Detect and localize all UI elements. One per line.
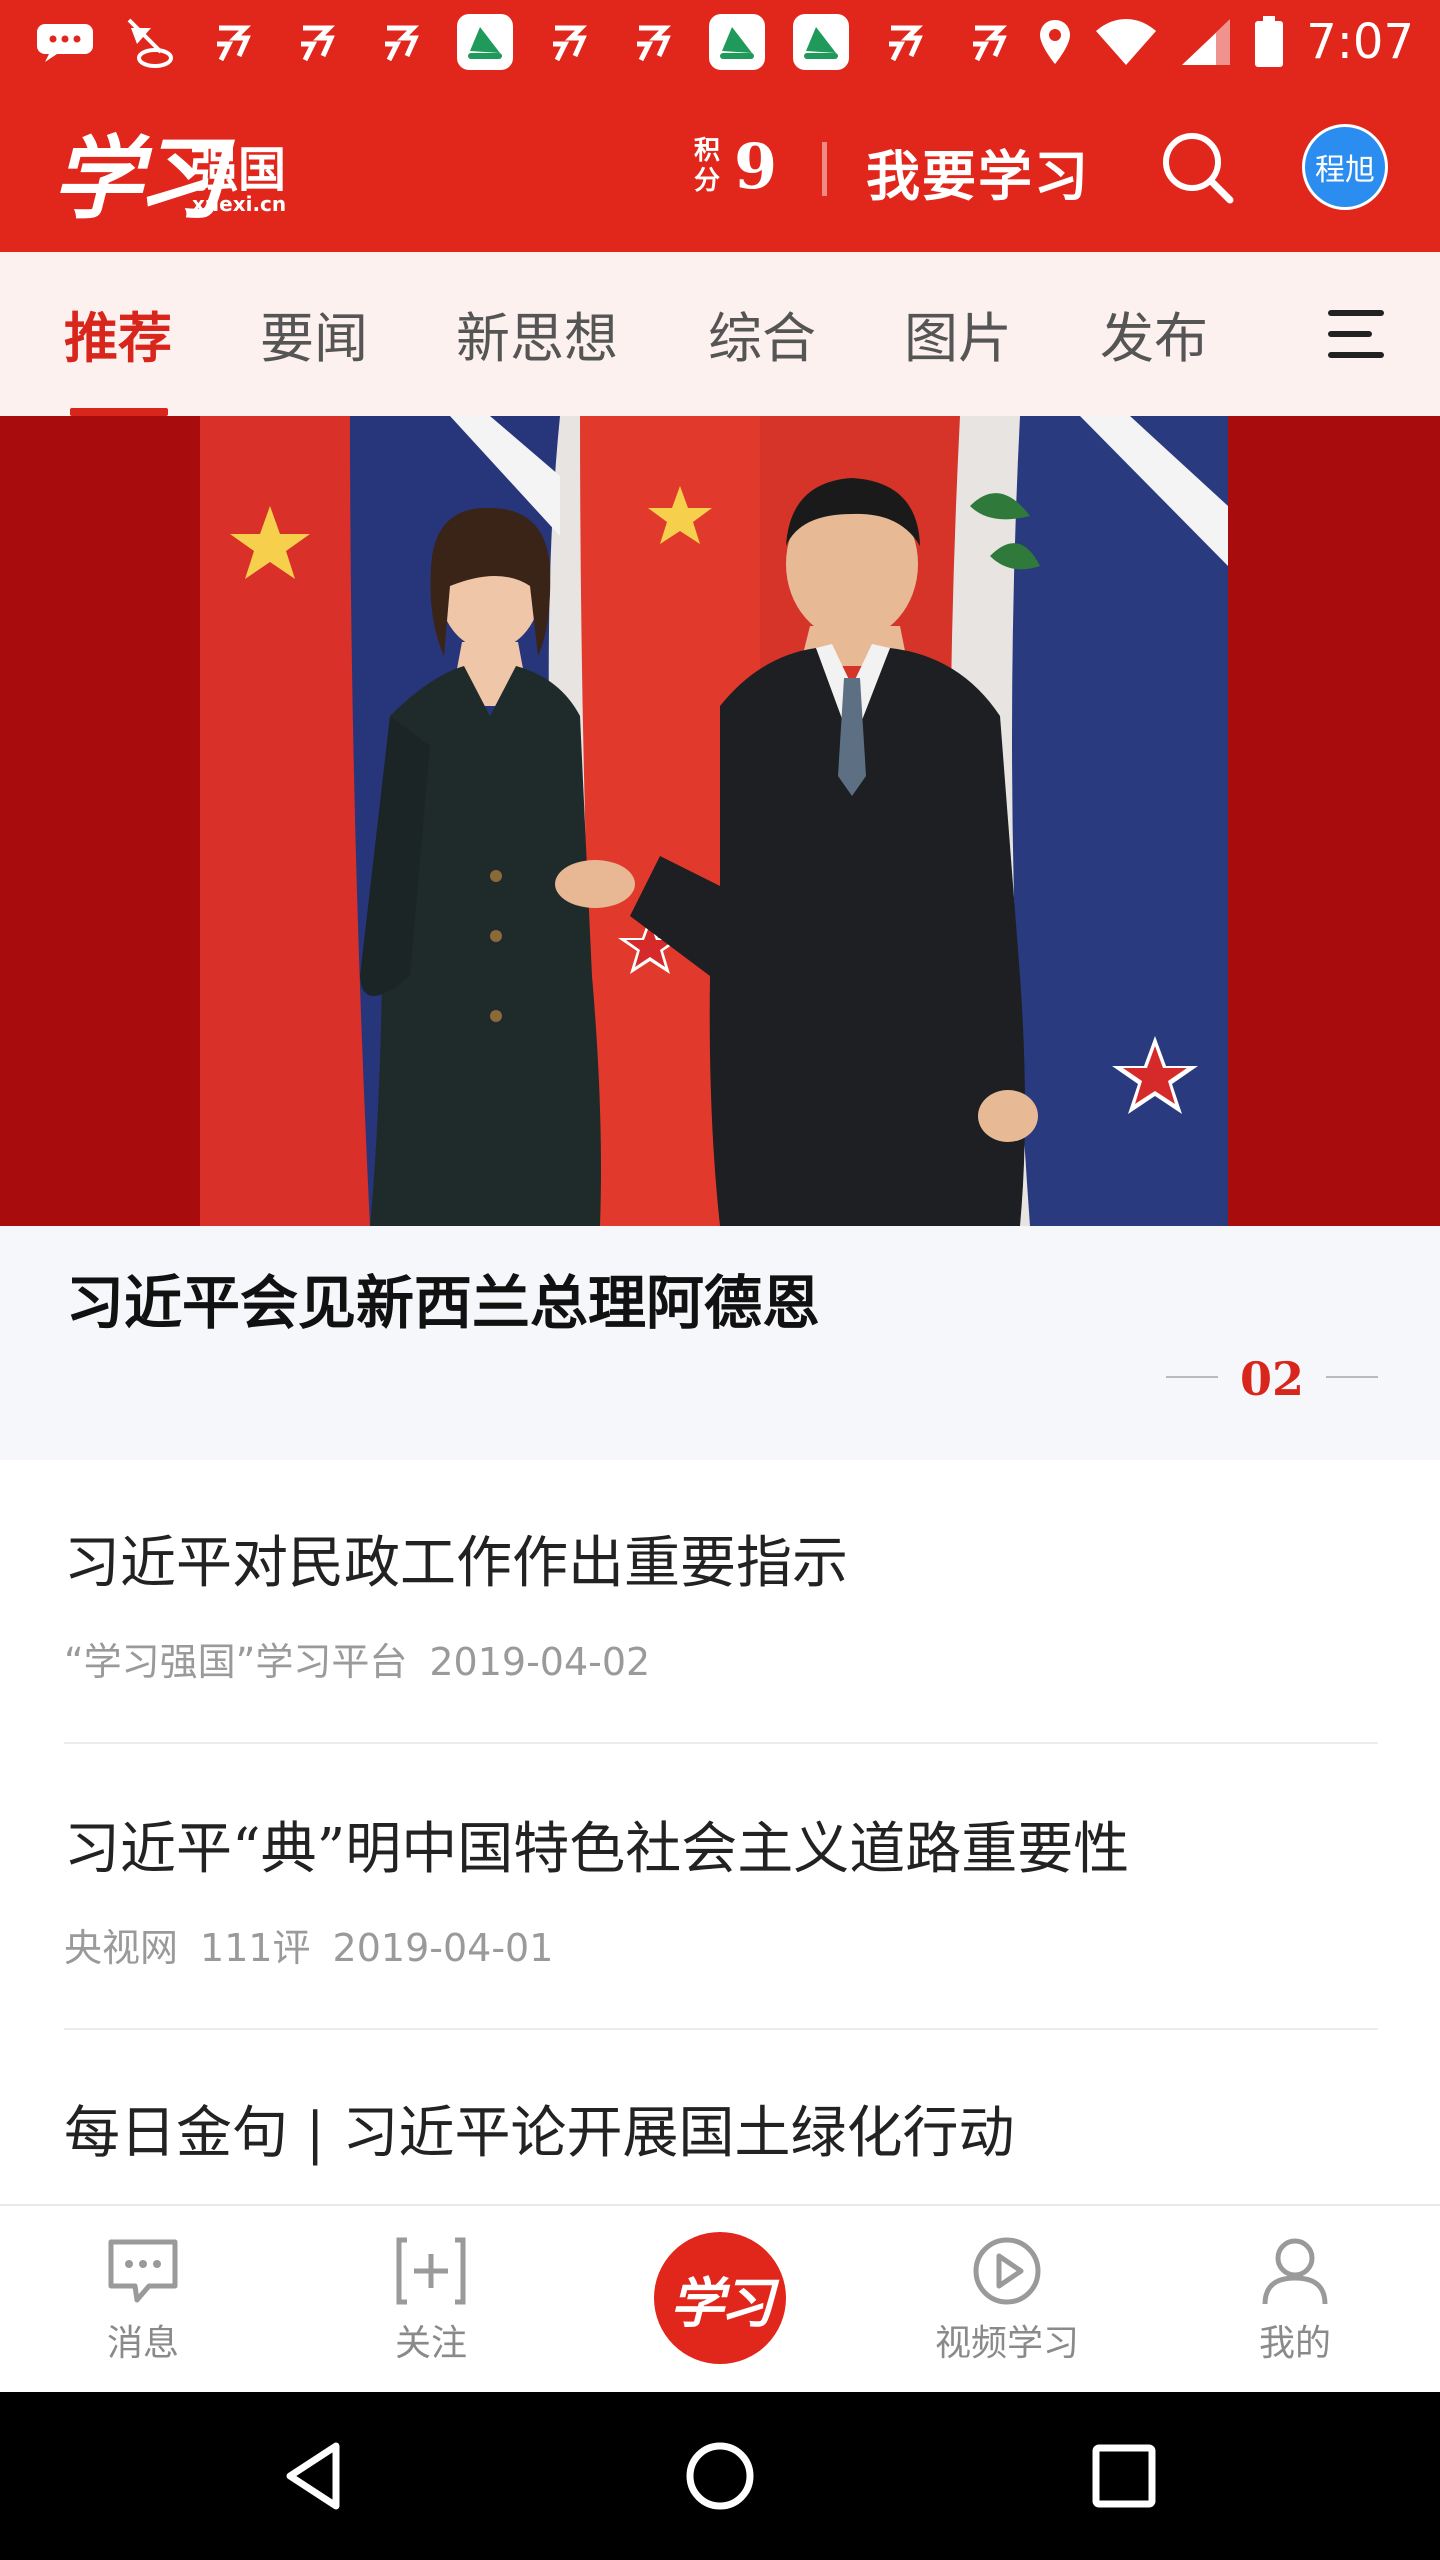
nav-mine-label: 我的 xyxy=(1258,2323,1331,2364)
wifi-icon xyxy=(1096,19,1157,65)
app-badge-icon xyxy=(284,12,350,72)
back-icon xyxy=(286,2442,340,2510)
news-date: 2019-04-01 xyxy=(332,1926,554,1970)
clock: 7:07 xyxy=(1306,14,1414,70)
menu-icon-line xyxy=(1328,331,1372,337)
app-badge-icon xyxy=(620,12,686,72)
message-icon xyxy=(108,2239,178,2303)
tab-menu-button[interactable] xyxy=(1328,308,1384,360)
tab-headlines[interactable]: 要闻 xyxy=(260,294,368,373)
recents-button[interactable] xyxy=(1084,2436,1164,2516)
news-meta: 央视网 111评 2019-04-01 xyxy=(64,1917,1378,1972)
counter-line xyxy=(1166,1376,1218,1378)
news-title: 每日金句 | 习近平论开展国土绿化行动 xyxy=(64,2101,1015,2166)
app-badge-icon xyxy=(956,12,1022,72)
active-tab-indicator xyxy=(70,408,168,416)
home-button[interactable] xyxy=(680,2436,760,2516)
hero-banner[interactable] xyxy=(0,416,1440,1226)
cell-signal-icon xyxy=(1182,19,1231,65)
tab-new-thought[interactable]: 新思想 xyxy=(456,294,618,373)
news-date: 2019-04-02 xyxy=(429,1640,651,1684)
logo-url: xuexi.cn xyxy=(192,192,287,216)
notification-icons xyxy=(32,10,1022,74)
sailboat-icon xyxy=(116,12,182,72)
points-value: 9 xyxy=(734,129,778,203)
recents-icon xyxy=(1092,2444,1156,2508)
nav-messages-label: 消息 xyxy=(106,2323,179,2364)
tab-recommended[interactable]: 推荐 xyxy=(64,294,172,373)
category-tabs: 推荐 要闻 新思想 综合 图片 发布 xyxy=(0,252,1440,416)
hero-photo xyxy=(200,416,1228,1226)
news-meta: “学习强国”学习平台 2019-04-02 xyxy=(64,1631,1378,1686)
system-navigation-bar xyxy=(0,2392,1440,2560)
header-divider xyxy=(822,142,827,196)
search-button[interactable] xyxy=(1158,128,1238,208)
news-source: 央视网 xyxy=(64,1926,179,1970)
nav-mine[interactable]: 我的 xyxy=(1200,2236,1390,2366)
news-comments: 111评 xyxy=(200,1926,311,1970)
user-avatar[interactable]: 程旭 xyxy=(1302,124,1388,210)
app-logo[interactable]: 学习 强国 xuexi.cn xyxy=(52,106,312,232)
play-icon xyxy=(973,2237,1041,2305)
hero-slide-index: 02 xyxy=(1166,1346,1378,1406)
nav-messages[interactable]: 消息 xyxy=(48,2236,238,2366)
system-status: 7:07 xyxy=(1038,10,1414,74)
slide-number: 02 xyxy=(1239,1352,1304,1406)
tab-general[interactable]: 综合 xyxy=(708,294,816,373)
study-button[interactable]: 我要学习 xyxy=(866,132,1090,211)
green-app-icon xyxy=(788,12,854,72)
app-badge-icon xyxy=(200,12,266,72)
bottom-navigation: 消息 关注 学习 视频学习 我的 xyxy=(0,2204,1440,2392)
list-divider xyxy=(64,1742,1378,1744)
app-badge-icon xyxy=(536,12,602,72)
back-button[interactable] xyxy=(276,2436,356,2516)
news-item[interactable]: 习近平对民政工作作出重要指示 “学习强国”学习平台 2019-04-02 xyxy=(64,1518,1378,1686)
news-title: 习近平“典”明中国特色社会主义道路重要性 xyxy=(64,1817,1130,1882)
nav-follow-label: 关注 xyxy=(394,2323,467,2364)
location-icon xyxy=(1040,20,1071,64)
green-app-icon xyxy=(452,12,518,72)
menu-icon-line xyxy=(1328,352,1384,358)
news-title: 习近平对民政工作作出重要指示 xyxy=(64,1531,848,1596)
news-item[interactable]: 习近平“典”明中国特色社会主义道路重要性 央视网 111评 2019-04-01 xyxy=(64,1804,1378,1972)
hero-caption[interactable]: 习近平会见新西兰总理阿德恩 02 xyxy=(0,1226,1440,1460)
menu-icon-line xyxy=(1328,310,1384,316)
hero-title: 习近平会见新西兰总理阿德恩 xyxy=(66,1269,821,1337)
tab-releases[interactable]: 发布 xyxy=(1100,294,1208,373)
news-item[interactable]: 每日金句 | 习近平论开展国土绿化行动 xyxy=(64,2088,1378,2169)
points-display[interactable]: 积分 9 xyxy=(692,128,777,204)
nav-video-study-label: 视频学习 xyxy=(934,2323,1079,2364)
home-icon xyxy=(686,2442,754,2510)
chat-bubble-icon xyxy=(32,12,98,72)
app-badge-icon xyxy=(872,12,938,72)
follow-icon xyxy=(396,2237,466,2305)
counter-line xyxy=(1326,1376,1378,1378)
points-label: 积分 xyxy=(693,136,720,196)
app-header: 学习 强国 xuexi.cn 积分 9 我要学习 程旭 xyxy=(0,84,1440,252)
status-bar: 7:07 xyxy=(0,0,1440,84)
app-badge-icon xyxy=(368,12,434,72)
news-source: “学习强国”学习平台 xyxy=(64,1640,408,1684)
logo-name: 强国 xyxy=(190,142,287,198)
nav-follow[interactable]: 关注 xyxy=(336,2236,526,2366)
nav-video-study[interactable]: 视频学习 xyxy=(912,2236,1102,2366)
nav-study-center[interactable]: 学习 xyxy=(654,2232,786,2364)
user-icon xyxy=(1262,2238,1328,2305)
battery-icon xyxy=(1255,16,1284,67)
tab-pictures[interactable]: 图片 xyxy=(904,294,1012,373)
green-app-icon xyxy=(704,12,770,72)
search-icon xyxy=(1163,133,1234,204)
list-divider xyxy=(64,2028,1378,2030)
